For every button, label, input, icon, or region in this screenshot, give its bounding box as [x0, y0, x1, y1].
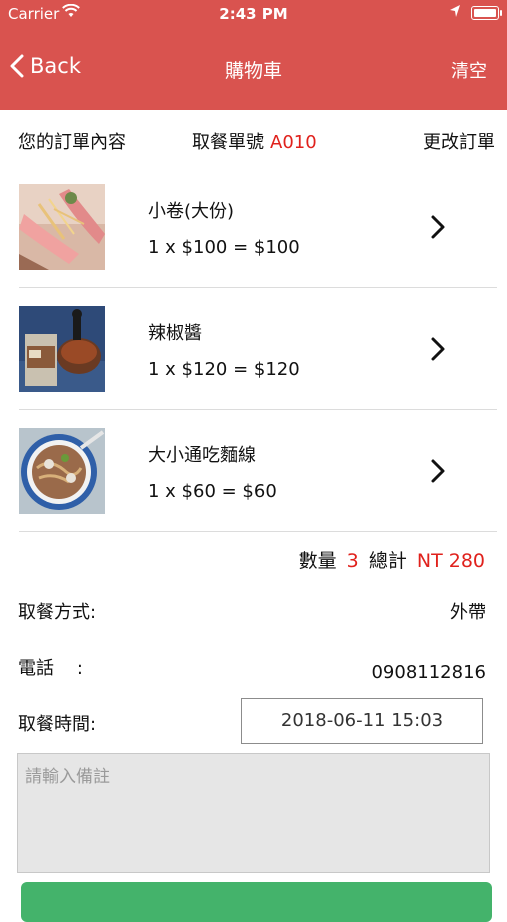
- pickup-number-label: 取餐單號: [192, 132, 264, 153]
- chevron-left-icon: [10, 54, 24, 78]
- cart-item[interactable]: 辣椒醬 1 x $120 = $120: [0, 288, 507, 410]
- clear-cart-button[interactable]: 清空: [451, 57, 487, 83]
- order-header: 您的訂單內容 取餐單號 A010 更改訂單: [0, 112, 507, 166]
- item-name: 大小通吃麵線: [148, 445, 256, 466]
- total-label: 總計: [368, 550, 407, 572]
- item-name: 小卷(大份): [148, 201, 235, 222]
- back-label: Back: [30, 54, 81, 78]
- divider: [19, 531, 497, 532]
- chevron-right-icon: [430, 336, 446, 366]
- order-summary: 數量 3 總計 NT 280: [295, 546, 485, 573]
- cart-item[interactable]: 小卷(大份) 1 x $100 = $100: [0, 166, 507, 288]
- battery-icon: [471, 6, 502, 20]
- squid-photo: [19, 184, 105, 270]
- chili-sauce-photo: [19, 306, 105, 392]
- chevron-right-icon: [430, 214, 446, 244]
- pickup-number: A010: [270, 132, 317, 153]
- location-arrow-icon: [449, 4, 461, 22]
- pickup-number-group: 取餐單號 A010: [192, 128, 317, 154]
- pickup-time-label: 取餐時間:: [18, 714, 97, 735]
- navigation-bar: Back 購物車 清空: [0, 28, 507, 110]
- modify-order-button[interactable]: 更改訂單: [423, 128, 495, 154]
- pickup-method-value: 外帶: [450, 602, 486, 623]
- item-price-calc: 1 x $120 = $120: [148, 359, 300, 380]
- phone-label: 電話 :: [18, 658, 83, 679]
- chevron-right-icon: [430, 458, 446, 488]
- phone-value: 0908112816: [371, 662, 486, 683]
- your-order-label: 您的訂單內容: [18, 132, 126, 153]
- total-value: NT 280: [416, 550, 485, 572]
- status-time: 2:43 PM: [219, 5, 288, 23]
- quantity-label: 數量: [298, 550, 337, 572]
- back-button[interactable]: Back: [10, 54, 81, 78]
- cart-item[interactable]: 大小通吃麵線 1 x $60 = $60: [0, 410, 507, 532]
- quantity-value: 3: [346, 550, 359, 572]
- status-bar: Carrier 2:43 PM: [0, 0, 507, 28]
- pickup-time-picker[interactable]: 2018-06-11 15:03: [241, 698, 483, 744]
- cart-item-list: 小卷(大份) 1 x $100 = $100 辣椒醬 1 x $120 = $1…: [0, 166, 507, 532]
- item-price-calc: 1 x $100 = $100: [148, 237, 300, 258]
- item-price-calc: 1 x $60 = $60: [148, 481, 277, 502]
- pickup-method-label: 取餐方式:: [18, 602, 97, 623]
- note-input[interactable]: [17, 753, 490, 873]
- noodle-bowl-photo: [19, 428, 105, 514]
- item-name: 辣椒醬: [148, 323, 202, 344]
- submit-order-button[interactable]: [21, 882, 492, 922]
